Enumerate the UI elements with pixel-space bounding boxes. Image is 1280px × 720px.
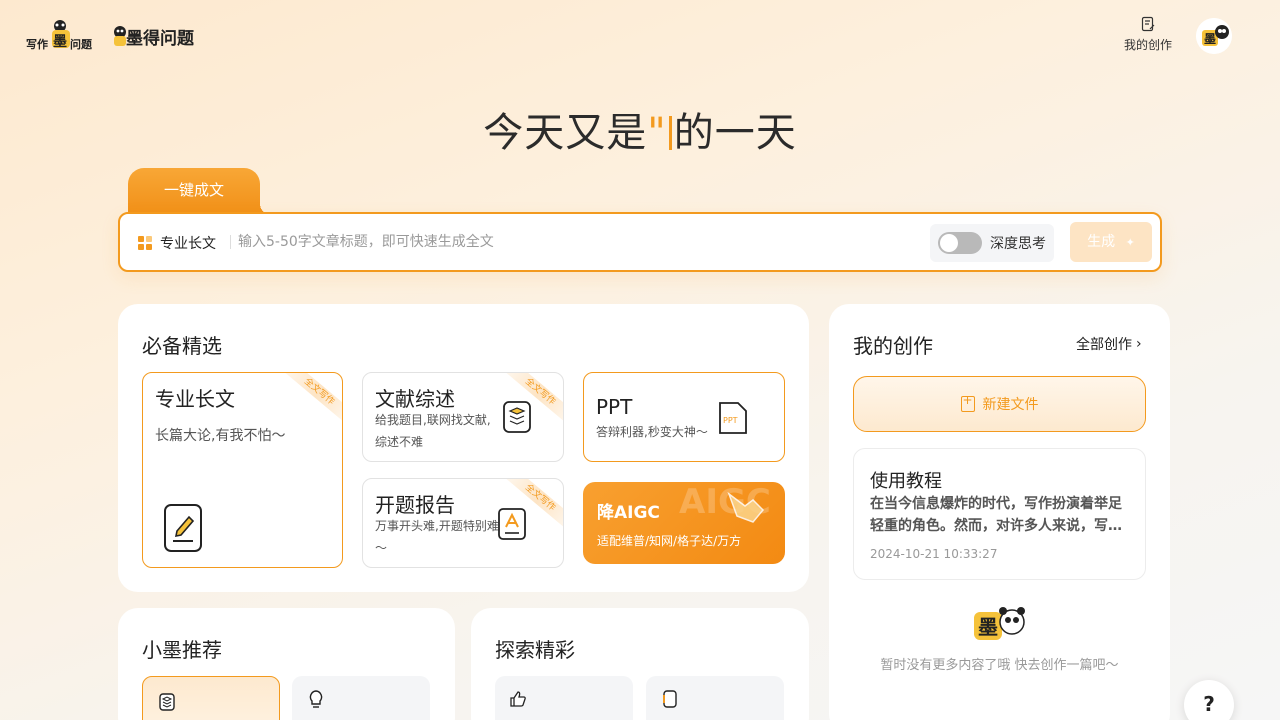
thumbs-up-icon <box>510 691 526 707</box>
feature-literature-review[interactable]: 全文写作 文献综述 给我题目,联网找文献,综述不难 <box>362 372 564 462</box>
panda-wordmark-icon: 墨得问题 <box>114 26 195 49</box>
all-creations-link[interactable]: 全部创作 › <box>1076 334 1142 354</box>
panda-avatar-icon: 墨 <box>1196 18 1232 54</box>
svg-text:写作: 写作 <box>26 37 48 51</box>
feature-desc: 长篇大论,有我不怕～ <box>155 428 286 444</box>
generate-button[interactable]: 生成 ✦ <box>1070 222 1152 262</box>
my-creation-nav-button[interactable]: 我的创作 <box>1120 16 1176 56</box>
avatar[interactable]: 墨 <box>1196 18 1232 54</box>
brand-wordmark: 墨得问题 <box>112 22 200 50</box>
ribbon-badge: 全文写作 <box>280 373 342 427</box>
card-icon <box>663 690 677 708</box>
feature-desc: 给我题目,联网找文献,综述不难 <box>375 413 491 449</box>
mode-label: 专业长文 <box>160 236 216 252</box>
creation-item[interactable]: 使用教程 在当今信息爆炸的时代，写作扮演着举足轻重的角色。然而，对许多人来说，写… <box>853 448 1146 580</box>
feature-desc: 万事开头难,开题特别难～ <box>375 519 499 555</box>
feature-desc: 适配维普/知网/格子达/万方 <box>597 534 742 548</box>
feature-title: PPT <box>596 395 633 419</box>
my-creation-nav-label: 我的创作 <box>1123 38 1172 52</box>
ppt-icon-text: PPT <box>723 416 738 425</box>
feature-reduce-aigc[interactable]: AIGC 降AIGC 适配维普/知网/格子达/万方 <box>583 482 785 564</box>
explore-item[interactable] <box>495 676 633 720</box>
document-edit-icon <box>1141 16 1155 32</box>
grid-icon <box>138 236 152 250</box>
feature-long-article[interactable]: 全文写作 专业长文 长篇大论,有我不怕～ <box>142 372 343 568</box>
recommend-item[interactable] <box>292 676 430 720</box>
logo[interactable]: 写作 墨 问题 <box>24 18 96 52</box>
hero-quote: " <box>647 110 667 156</box>
hero-text-before: 今天又是 <box>483 110 648 156</box>
feature-title: 专业长文 <box>155 387 235 411</box>
deep-think-toggle[interactable]: 深度思考 <box>930 224 1054 262</box>
recommend-title: 小墨推荐 <box>142 638 222 662</box>
new-file-button[interactable]: 新建文件 <box>853 376 1146 432</box>
creation-item-title: 使用教程 <box>870 471 942 492</box>
composer-box: 专业长文 深度思考 生成 ✦ <box>118 212 1162 272</box>
title-input[interactable] <box>238 228 918 256</box>
hero-text-after: 的一天 <box>673 110 797 156</box>
sparkle-icon: ✦ <box>1125 236 1135 249</box>
creation-item-timestamp: 2024-10-21 10:33:27 <box>870 547 998 561</box>
feature-title: 开题报告 <box>375 493 455 517</box>
mode-selector[interactable]: 专业长文 <box>138 233 216 253</box>
chevron-right-icon: › <box>1136 336 1142 352</box>
explore-item[interactable] <box>646 676 784 720</box>
deep-think-label: 深度思考 <box>990 236 1046 252</box>
panda-mascot-icon: 墨 <box>974 607 1025 640</box>
svg-text:墨: 墨 <box>53 34 67 50</box>
document-pen-icon <box>164 504 202 552</box>
all-creations-label: 全部创作 <box>1076 337 1132 353</box>
letter-a-document-icon <box>498 508 526 540</box>
feature-title: 文献综述 <box>375 387 455 411</box>
feature-ppt[interactable]: PPT 答辩利器,秒变大神～ PPT <box>583 372 785 462</box>
new-file-label: 新建文件 <box>982 397 1039 413</box>
help-label: ? <box>1203 692 1215 716</box>
svg-text:墨得问题: 墨得问题 <box>126 28 195 49</box>
add-file-icon <box>960 393 975 412</box>
svg-text:墨: 墨 <box>1204 32 1216 46</box>
header: 写作 墨 问题 墨得问题 我的创作 墨 <box>0 0 1280 80</box>
ppt-file-icon: PPT <box>719 402 747 434</box>
recommend-item[interactable] <box>142 676 280 720</box>
my-creation-title: 我的创作 <box>853 334 933 358</box>
svg-text:墨: 墨 <box>978 615 998 639</box>
layers-book-icon <box>503 401 531 433</box>
generate-label: 生成 <box>1087 234 1116 250</box>
essentials-title: 必备精选 <box>142 334 222 358</box>
typing-caret <box>668 116 672 150</box>
feature-proposal-report[interactable]: 全文写作 开题报告 万事开头难,开题特别难～ <box>362 478 564 568</box>
divider <box>230 235 231 249</box>
empty-state-text: 暂时没有更多内容了哦 快去创作一篇吧～ <box>880 658 1119 673</box>
explore-title: 探索精彩 <box>495 638 575 662</box>
help-button[interactable]: ? <box>1184 680 1234 720</box>
tab-one-click-article[interactable]: 一键成文 <box>128 168 270 214</box>
feature-title: 降AIGC <box>597 503 660 523</box>
feature-desc: 答辩利器,秒变大神～ <box>596 425 708 439</box>
hero-heading: 今天又是" 的一天 <box>0 100 1280 158</box>
creation-item-excerpt: 在当今信息爆炸的时代，写作扮演着举足轻重的角色。然而，对许多人来说，写… <box>870 496 1122 534</box>
layers-book-icon <box>159 693 175 711</box>
toggle-switch[interactable] <box>938 232 982 254</box>
svg-text:问题: 问题 <box>70 37 93 51</box>
lightbulb-icon <box>309 690 323 708</box>
panda-logo-icon: 写作 墨 问题 <box>26 20 93 51</box>
hand-cursor-icon <box>727 491 765 523</box>
